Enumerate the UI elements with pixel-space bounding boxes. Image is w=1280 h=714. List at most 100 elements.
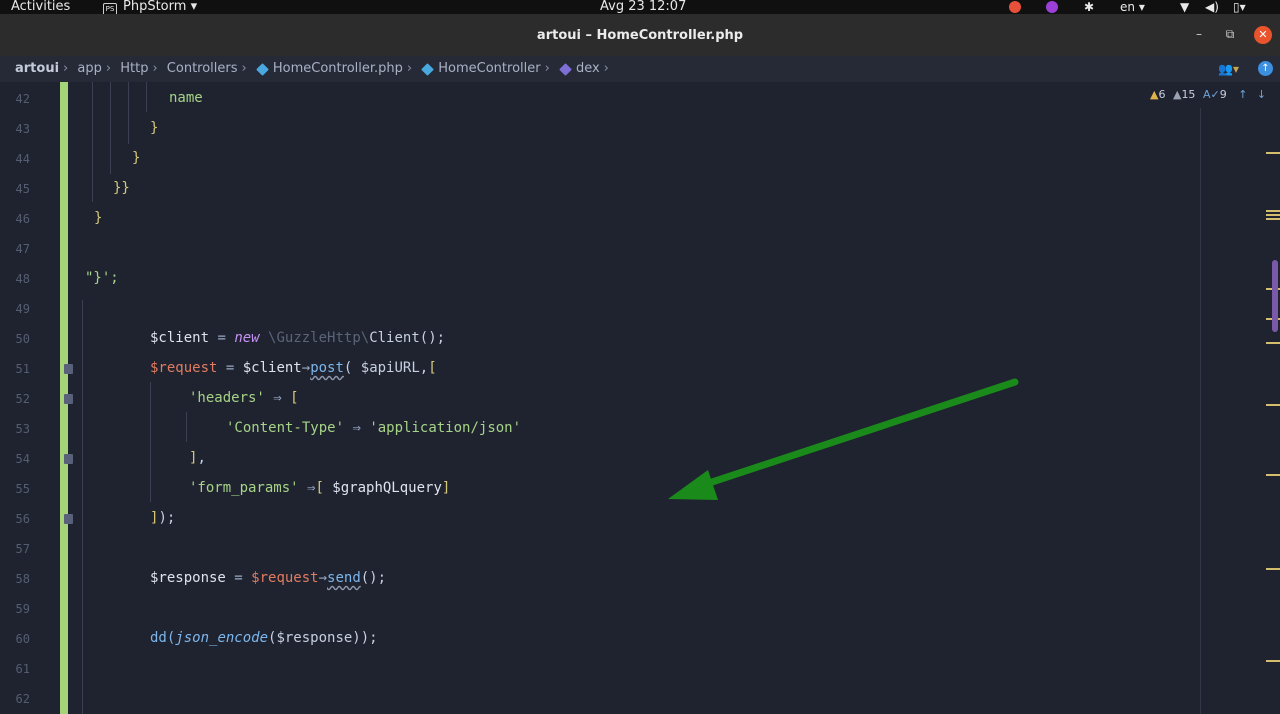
php-file-icon xyxy=(256,62,269,76)
close-icon[interactable]: ✕ xyxy=(1254,26,1272,44)
fold-marker-icon[interactable] xyxy=(64,454,73,464)
indent-guide xyxy=(186,412,187,442)
chevron-down-icon: ▾ xyxy=(190,0,198,14)
chevron-right-icon: › xyxy=(241,61,247,76)
line-number: 54 xyxy=(15,452,30,466)
maximize-icon[interactable]: ⧉ xyxy=(1222,27,1238,42)
typo-icon: A✓ xyxy=(1202,88,1220,101)
stripe-marker[interactable] xyxy=(1266,660,1280,662)
weak-warning-count: 15 xyxy=(1181,88,1196,101)
minimize-icon[interactable]: – xyxy=(1191,27,1207,41)
app-menu-label: PhpStorm xyxy=(123,0,187,14)
line-number: 59 xyxy=(15,602,30,616)
battery-icon[interactable]: ▯▾ xyxy=(1233,0,1246,14)
update-icon[interactable]: ↑ xyxy=(1258,61,1273,76)
line-number: 42 xyxy=(15,92,30,106)
line-number: 62 xyxy=(15,692,30,706)
stripe-marker[interactable] xyxy=(1266,152,1280,154)
stripe-marker[interactable] xyxy=(1266,210,1280,212)
code-line-54: ], xyxy=(189,450,206,466)
window-title: artoui – HomeController.php xyxy=(536,28,744,43)
stripe-marker[interactable] xyxy=(1266,474,1280,476)
indent-guide xyxy=(146,82,147,112)
navigation-bar: artoui › app › Http › Controllers › HomeCont… xyxy=(0,56,1280,82)
code-editor[interactable]: 42 43 44 45 46 47 48 49 50 51 52 53 54 5… xyxy=(0,82,1280,714)
code-line-43: } xyxy=(150,120,159,136)
indent-guide xyxy=(128,82,129,144)
error-stripe-scrollbar[interactable] xyxy=(1262,82,1280,714)
fold-marker-icon[interactable] xyxy=(64,514,73,524)
breadcrumb-class[interactable]: HomeController xyxy=(438,61,540,76)
line-number: 51 xyxy=(15,362,30,376)
chevron-right-icon: › xyxy=(544,61,550,76)
method-icon xyxy=(559,62,572,76)
chrome-icon[interactable] xyxy=(1009,0,1021,14)
inspection-widget[interactable]: ▲6 ▲15 A✓9 ↑ ↓ xyxy=(1150,88,1266,101)
line-number: 46 xyxy=(15,212,30,226)
code-line-53: 'Content-Type' ⇒ 'application/json' xyxy=(226,420,522,436)
chevron-right-icon: › xyxy=(406,61,413,76)
clock[interactable]: Avg 23 12:07 xyxy=(600,0,686,14)
firefox-icon[interactable] xyxy=(1046,0,1058,14)
line-number: 60 xyxy=(15,632,30,646)
breadcrumb-file[interactable]: HomeController.php xyxy=(273,61,403,76)
indent-guide xyxy=(92,82,93,202)
class-icon xyxy=(421,62,435,76)
breadcrumb-project[interactable]: artoui xyxy=(15,61,59,76)
green-arrow-annotation xyxy=(668,378,1019,500)
chevron-right-icon: › xyxy=(603,61,609,76)
stripe-marker[interactable] xyxy=(1266,568,1280,570)
line-number: 44 xyxy=(15,152,30,166)
code-line-60: dd(json_encode($response)); xyxy=(150,630,378,646)
breadcrumb-controllers[interactable]: Controllers xyxy=(167,61,238,76)
indent-guide xyxy=(150,382,151,502)
line-number: 43 xyxy=(15,122,30,136)
line-number: 49 xyxy=(15,302,30,316)
line-number: 47 xyxy=(15,242,30,256)
user-icon[interactable]: 👥▾ xyxy=(1218,56,1239,82)
code-line-52: 'headers' ⇒ [ xyxy=(189,390,299,406)
line-number: 48 xyxy=(15,272,30,286)
code-line-50: $client = new \GuzzleHttp\Client(); xyxy=(150,330,446,346)
activities-button[interactable]: Activities xyxy=(11,0,70,14)
breadcrumb-http[interactable]: Http xyxy=(120,61,148,76)
code-line-51: $request = $client→post( $apiURL,[ xyxy=(150,360,437,376)
slack-icon[interactable]: ✱ xyxy=(1084,0,1094,14)
line-number: 57 xyxy=(15,542,30,556)
stripe-marker[interactable] xyxy=(1266,404,1280,406)
stripe-marker[interactable] xyxy=(1266,342,1280,344)
code-line-55: 'form_params' ⇒[ $graphQLquery] xyxy=(189,480,451,496)
typo-count: 9 xyxy=(1219,88,1227,101)
line-number: 45 xyxy=(15,182,30,196)
volume-icon[interactable]: ◀) xyxy=(1205,0,1219,14)
code-line-46: } xyxy=(94,210,103,226)
chevron-right-icon: › xyxy=(152,61,158,76)
line-number: 61 xyxy=(15,662,30,676)
chevron-right-icon: › xyxy=(63,61,69,76)
arrow-up-icon[interactable]: ↑ xyxy=(1238,88,1247,101)
code-line-48: "}'; xyxy=(85,270,119,286)
warning-count: 6 xyxy=(1158,88,1166,101)
code-line-45: }} xyxy=(113,180,130,196)
line-number: 50 xyxy=(15,332,30,346)
line-number: 56 xyxy=(15,512,30,526)
stripe-marker[interactable] xyxy=(1266,218,1280,220)
line-number: 52 xyxy=(15,392,30,406)
wifi-icon[interactable]: ▼ xyxy=(1180,0,1189,14)
line-number-gutter: 42 43 44 45 46 47 48 49 50 51 52 53 54 5… xyxy=(0,82,60,714)
line-number: 55 xyxy=(15,482,30,496)
indent-guide xyxy=(82,300,83,714)
language-selector[interactable]: en ▾ xyxy=(1120,0,1145,14)
indent-guide xyxy=(110,82,111,174)
breadcrumb-app[interactable]: app xyxy=(77,61,101,76)
stripe-marker[interactable] xyxy=(1266,214,1280,216)
fold-marker-icon[interactable] xyxy=(64,394,73,404)
chevron-right-icon: › xyxy=(105,61,112,76)
scrollbar-thumb[interactable] xyxy=(1272,260,1278,332)
code-line-58: $response = $request→send(); xyxy=(150,570,387,586)
breadcrumb-method[interactable]: dex xyxy=(576,61,600,76)
code-line-44: } xyxy=(132,150,141,166)
fold-marker-icon[interactable] xyxy=(64,364,73,374)
code-line-42: name xyxy=(169,90,203,106)
line-number: 58 xyxy=(15,572,30,586)
